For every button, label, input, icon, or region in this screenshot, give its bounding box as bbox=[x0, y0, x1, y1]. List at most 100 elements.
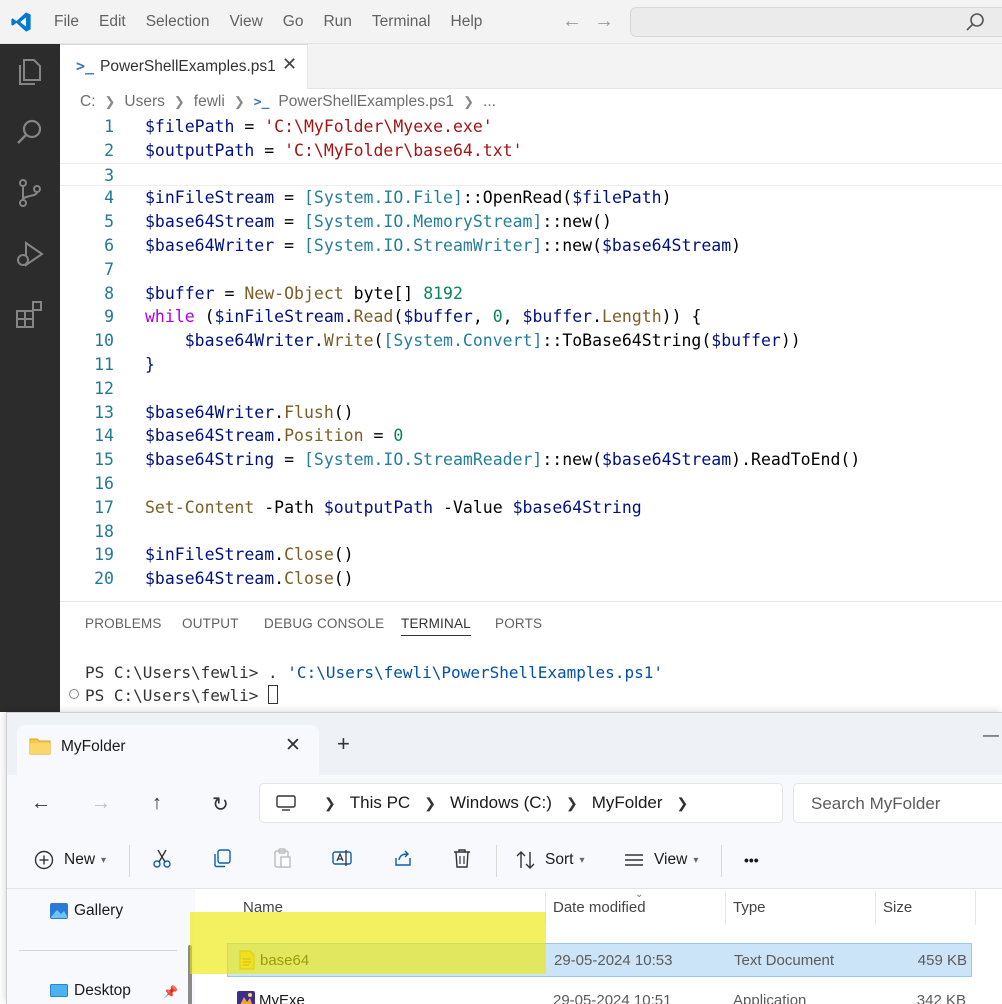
desktop-icon bbox=[50, 984, 68, 997]
sort-button[interactable]: Sort ▾ bbox=[515, 847, 584, 873]
line-number: 13 bbox=[94, 402, 114, 422]
chevron-right-icon: ❯ bbox=[104, 94, 116, 109]
copy-icon[interactable] bbox=[211, 847, 233, 869]
breadcrumb-user[interactable]: fewli bbox=[194, 93, 225, 111]
tab-problems[interactable]: PROBLEMS bbox=[85, 616, 162, 631]
new-button[interactable]: New ▾ bbox=[33, 847, 106, 873]
line-text: $base64Writer = [System.IO.StreamWriter]… bbox=[145, 235, 742, 255]
view-icon bbox=[625, 854, 643, 866]
explorer-tab[interactable]: MyFolder ✕ bbox=[17, 725, 319, 775]
nav-item-label: Gallery bbox=[74, 902, 124, 919]
code-editor[interactable]: 1 $filePath = 'C:\MyFolder\Myexe.exe' 2 $o… bbox=[60, 115, 1002, 591]
line-number: 15 bbox=[94, 450, 114, 470]
delete-icon[interactable] bbox=[451, 847, 473, 869]
terminal-cursor bbox=[268, 685, 279, 704]
vscode-titlebar: File Edit Selection View Go Run Terminal… bbox=[0, 0, 1002, 44]
nav-item-desktop[interactable]: Desktop bbox=[49, 982, 131, 1000]
close-icon[interactable]: ✕ bbox=[285, 734, 301, 757]
editor-tab[interactable]: >_ PowerShellExamples.ps1 ✕ bbox=[60, 44, 308, 89]
path-folder[interactable]: MyFolder bbox=[592, 793, 663, 813]
source-control-icon[interactable] bbox=[14, 177, 46, 209]
line-text: $outputPath = 'C:\MyFolder\base64.txt' bbox=[145, 140, 523, 160]
table-row[interactable]: MyExe 29-05-2024 10:51 Application 342 K… bbox=[227, 984, 972, 1004]
sort-icon bbox=[516, 851, 535, 869]
toolbar-divider bbox=[129, 845, 130, 877]
rename-icon[interactable] bbox=[331, 847, 353, 869]
column-divider bbox=[545, 891, 546, 925]
menu-file[interactable]: File bbox=[54, 13, 79, 31]
line-number: 11 bbox=[94, 354, 114, 374]
breadcrumb: C: ❯ Users ❯ fewli ❯ >_ PowerShellExampl… bbox=[60, 89, 1002, 115]
menu-run[interactable]: Run bbox=[323, 13, 351, 31]
line-text: $inFileStream = [System.IO.File]::OpenRe… bbox=[145, 188, 672, 208]
tab-ports[interactable]: PORTS bbox=[495, 616, 542, 631]
table-row[interactable]: base64 29-05-2024 10:53 Text Document 45… bbox=[227, 943, 972, 977]
forward-arrow-icon[interactable]: → bbox=[91, 792, 111, 815]
search-input[interactable]: Search MyFolder bbox=[793, 783, 1002, 823]
gallery-icon bbox=[50, 903, 68, 919]
column-header-name[interactable]: Name bbox=[243, 899, 283, 916]
close-tab-icon[interactable]: ✕ bbox=[282, 54, 297, 75]
view-button[interactable]: View ▾ bbox=[623, 847, 698, 873]
code-line: 18 bbox=[60, 520, 1002, 544]
column-header-type[interactable]: Type bbox=[733, 899, 766, 916]
new-tab-icon[interactable]: + bbox=[337, 731, 350, 757]
extensions-icon[interactable] bbox=[14, 298, 46, 330]
file-date: 29-05-2024 10:51 bbox=[553, 992, 672, 1004]
search-view-icon[interactable] bbox=[14, 116, 46, 148]
line-text: $base64String = [System.IO.StreamReader]… bbox=[145, 450, 861, 470]
address-bar[interactable]: ❯ This PC ❯ Windows (C:) ❯ MyFolder ❯ bbox=[259, 783, 783, 823]
chevron-down-icon: ▾ bbox=[693, 854, 699, 866]
terminal-line: PS C:\Users\fewli> . 'C:\Users\fewli\Pow… bbox=[85, 663, 663, 682]
refresh-icon[interactable]: ↻ bbox=[212, 792, 229, 817]
menu-help[interactable]: Help bbox=[451, 13, 483, 31]
code-line-current: 3 bbox=[60, 162, 1002, 187]
breadcrumb-symbols[interactable]: ... bbox=[483, 93, 496, 111]
add-circle-icon bbox=[34, 850, 54, 870]
path-drive[interactable]: Windows (C:) bbox=[450, 793, 552, 813]
toolbar-divider bbox=[721, 845, 722, 877]
menu-terminal[interactable]: Terminal bbox=[372, 13, 431, 31]
tab-output[interactable]: OUTPUT bbox=[182, 616, 239, 631]
go-back-icon[interactable]: ← bbox=[562, 10, 582, 33]
explorer-files-icon[interactable] bbox=[14, 56, 46, 88]
line-number: 19 bbox=[94, 545, 114, 565]
cut-icon[interactable] bbox=[151, 847, 173, 869]
command-center-search[interactable] bbox=[630, 7, 1002, 37]
code-line: 20 $base64Stream.Close() bbox=[60, 567, 1002, 591]
menu-go[interactable]: Go bbox=[283, 13, 304, 31]
line-text: $inFileStream.Close() bbox=[145, 545, 354, 565]
more-options-button[interactable]: ••• bbox=[744, 847, 759, 873]
file-list: ⌄ Name Date modified Type Size base64 29… bbox=[195, 889, 1002, 1004]
menu-edit[interactable]: Edit bbox=[99, 13, 126, 31]
terminal-prompt[interactable]: PS C:\Users\fewli> bbox=[85, 685, 279, 705]
line-number: 10 bbox=[94, 331, 114, 351]
back-arrow-icon[interactable]: ← bbox=[31, 792, 51, 815]
tab-terminal[interactable]: TERMINAL bbox=[401, 616, 471, 636]
breadcrumb-drive[interactable]: C: bbox=[80, 93, 96, 111]
tab-debug-console[interactable]: DEBUG CONSOLE bbox=[264, 616, 384, 631]
menu-selection[interactable]: Selection bbox=[146, 13, 210, 31]
menu-view[interactable]: View bbox=[229, 13, 262, 31]
code-line: 1 $filePath = 'C:\MyFolder\Myexe.exe' bbox=[60, 115, 1002, 139]
column-header-size[interactable]: Size bbox=[883, 899, 912, 916]
nav-item-gallery[interactable]: Gallery bbox=[49, 902, 123, 920]
breadcrumb-file[interactable]: PowerShellExamples.ps1 bbox=[278, 93, 454, 111]
column-divider bbox=[725, 891, 726, 925]
share-icon[interactable] bbox=[392, 847, 414, 869]
file-name: base64 bbox=[260, 952, 310, 969]
paste-icon[interactable] bbox=[271, 847, 293, 869]
file-type: Application bbox=[733, 992, 807, 1004]
code-line: 16 bbox=[60, 472, 1002, 496]
path-this-pc[interactable]: This PC bbox=[350, 793, 410, 813]
run-and-debug-icon[interactable] bbox=[14, 238, 46, 270]
minimize-icon[interactable]: — bbox=[983, 727, 999, 745]
explorer-tab-label: MyFolder bbox=[61, 738, 126, 755]
nav-scrollbar[interactable] bbox=[188, 945, 192, 1004]
go-forward-icon[interactable]: → bbox=[594, 10, 614, 33]
column-header-date[interactable]: Date modified bbox=[553, 899, 646, 916]
new-button-label: New bbox=[64, 851, 96, 868]
line-text: $base64Writer.Flush() bbox=[145, 402, 354, 422]
breadcrumb-users[interactable]: Users bbox=[124, 93, 164, 111]
up-arrow-icon[interactable]: ↑ bbox=[152, 792, 162, 815]
